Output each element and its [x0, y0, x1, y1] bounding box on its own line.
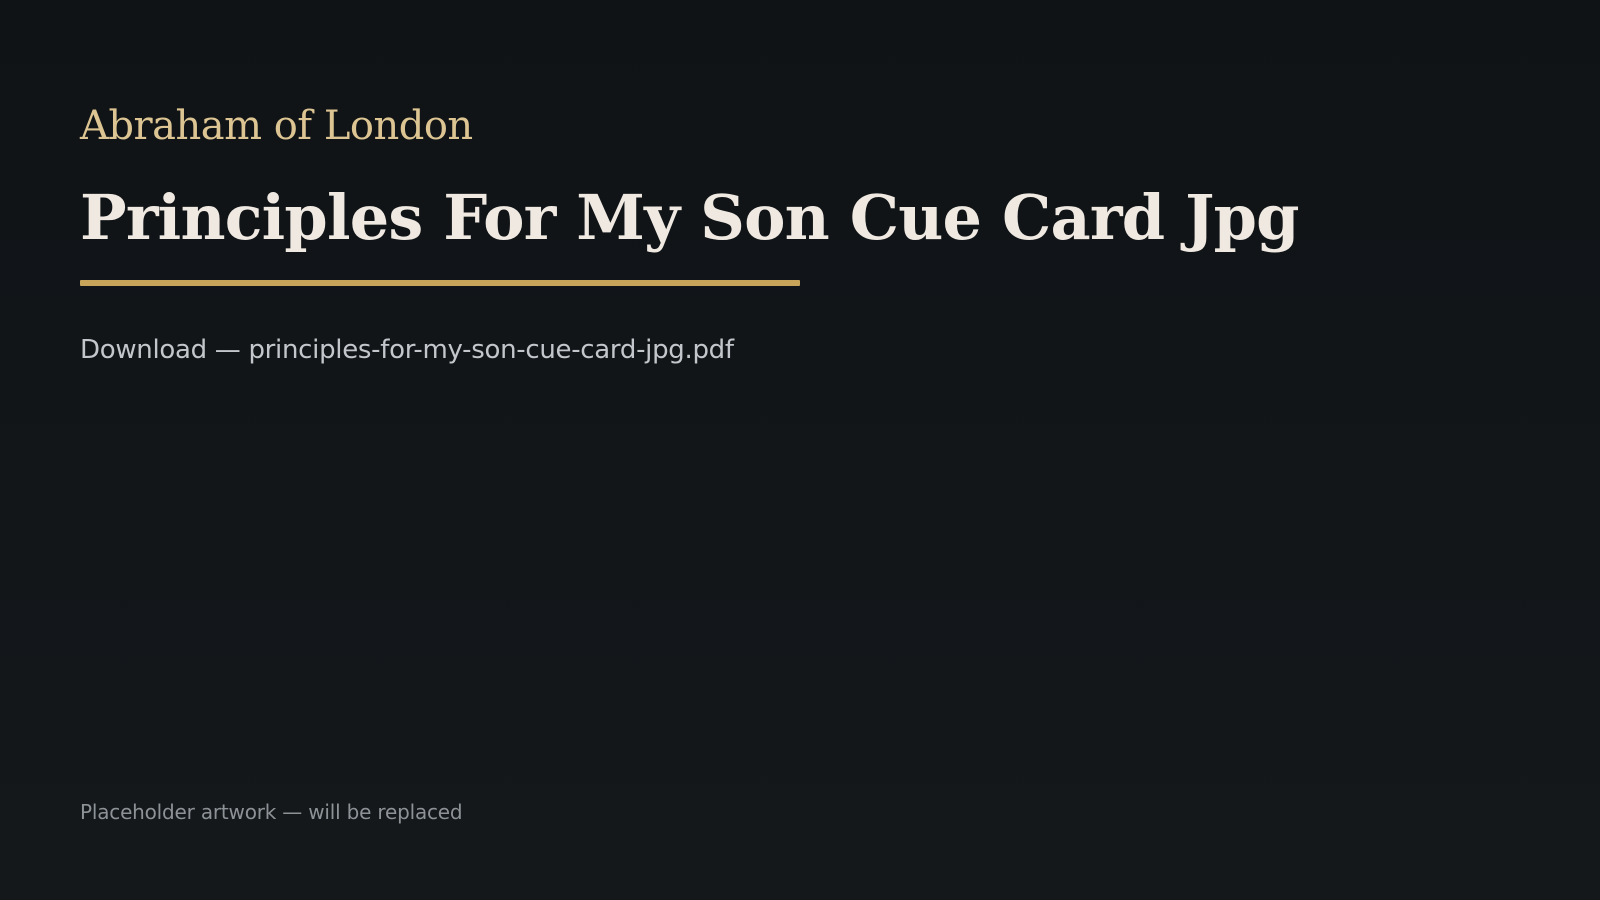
placeholder-note: Placeholder artwork — will be replaced — [80, 800, 463, 824]
download-filename: Download — principles-for-my-son-cue-car… — [80, 335, 734, 365]
accent-divider — [80, 280, 800, 286]
page-title: Principles For My Son Cue Card Jpg — [80, 181, 1300, 254]
brand-name: Abraham of London — [80, 103, 473, 149]
